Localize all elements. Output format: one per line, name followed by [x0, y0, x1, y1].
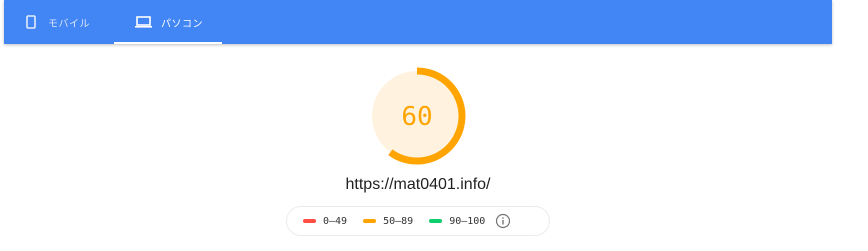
legend-item-average: 50–89 [363, 216, 413, 227]
laptop-icon [135, 16, 152, 28]
legend-range-fail: 0–49 [323, 215, 348, 227]
legend-range-pass: 90–100 [449, 215, 486, 227]
tab-desktop[interactable]: パソコン [114, 0, 222, 44]
device-tab-bar: モバイル パソコン [4, 0, 832, 44]
legend-swatch-pass [429, 219, 443, 223]
legend-swatch-fail [303, 219, 316, 223]
audited-url: https://mat0401.info/ [345, 176, 491, 193]
legend-item-fail: 0–49 [303, 216, 347, 227]
tab-mobile-label: モバイル [48, 18, 90, 30]
tab-mobile[interactable]: モバイル [26, 0, 108, 44]
performance-score: 60 [401, 102, 433, 132]
tab-desktop-label: パソコン [161, 18, 203, 30]
legend-item-pass: 90–100 [429, 216, 485, 227]
legend-range-average: 50–89 [383, 215, 414, 227]
smartphone-icon [26, 15, 36, 29]
info-icon[interactable] [495, 213, 511, 229]
score-scale-legend: 0–49 50–89 90–100 [286, 206, 550, 236]
selected-tab-indicator [114, 42, 222, 44]
legend-swatch-average [363, 219, 377, 223]
performance-gauge: 60 [368, 67, 466, 165]
